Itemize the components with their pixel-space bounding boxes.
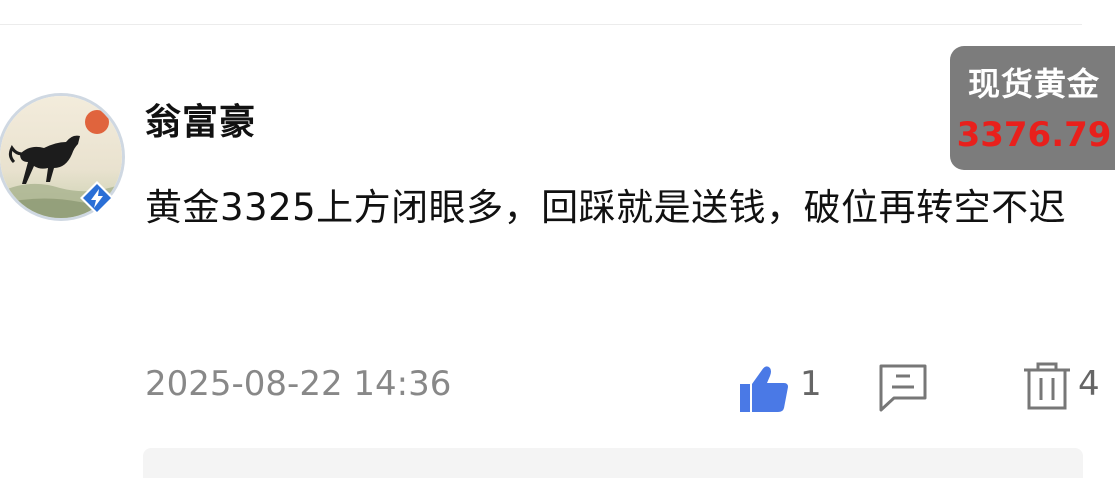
like-count: 1 xyxy=(800,364,822,404)
price-label: 现货黄金 xyxy=(967,65,1100,103)
gold-price-widget[interactable]: 现货黄金 3376.79 xyxy=(950,46,1115,170)
comment-page: 翁富豪 黄金3325上方闭眼多，回踩就是送钱，破位再转空不迟 2025-08-2… xyxy=(0,0,1115,478)
top-divider xyxy=(0,24,1082,25)
comment-icon xyxy=(879,364,927,412)
trash-icon xyxy=(1024,362,1070,410)
comment-text: 黄金3325上方闭眼多，回踩就是送钱，破位再转空不迟 xyxy=(145,186,1067,229)
thumbs-up-icon xyxy=(740,366,788,412)
comment-button[interactable]: 4 xyxy=(878,358,1100,412)
lightning-badge-icon xyxy=(80,181,114,215)
reply-area xyxy=(143,448,1083,478)
comment-count: 4 xyxy=(1078,364,1100,404)
delete-button[interactable] xyxy=(1022,358,1072,410)
like-button[interactable]: 1 xyxy=(738,358,828,412)
price-value: 3376.79 xyxy=(956,115,1112,155)
username[interactable]: 翁富豪 xyxy=(145,100,256,146)
comment-timestamp: 2025-08-22 14:36 xyxy=(145,364,452,404)
